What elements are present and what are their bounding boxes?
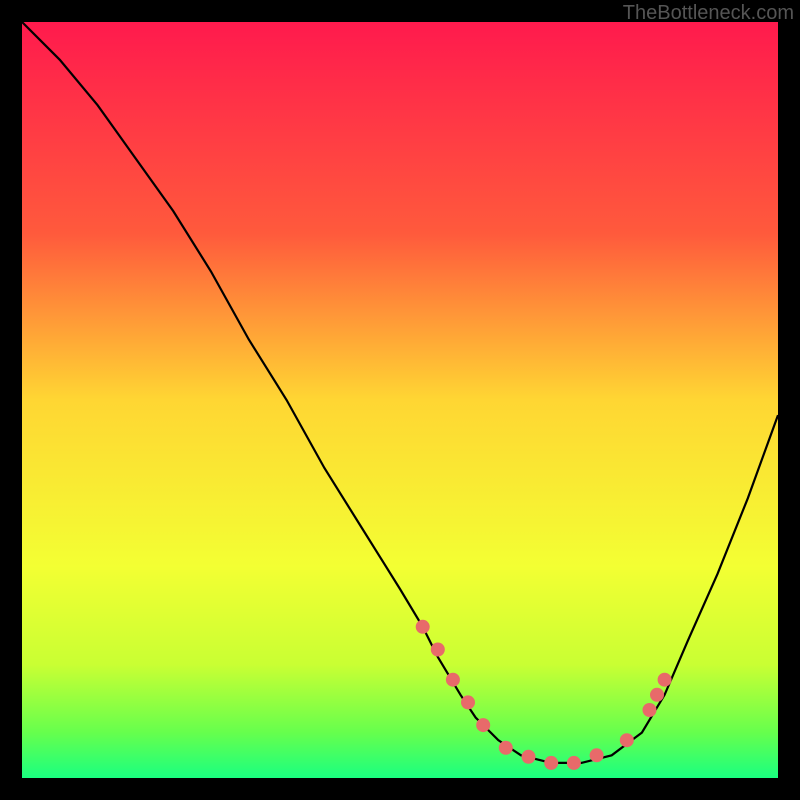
data-marker xyxy=(643,703,657,717)
data-marker xyxy=(567,756,581,770)
data-marker xyxy=(431,643,445,657)
data-marker xyxy=(476,718,490,732)
bottleneck-chart xyxy=(22,22,778,778)
data-marker xyxy=(461,695,475,709)
data-marker xyxy=(522,750,536,764)
gradient-background xyxy=(22,22,778,778)
data-marker xyxy=(446,673,460,687)
data-marker xyxy=(658,673,672,687)
chart-frame xyxy=(22,22,778,778)
data-marker xyxy=(499,741,513,755)
data-marker xyxy=(620,733,634,747)
attribution-text: TheBottleneck.com xyxy=(623,2,794,25)
data-marker xyxy=(416,620,430,634)
data-marker xyxy=(590,748,604,762)
data-marker xyxy=(544,756,558,770)
data-marker xyxy=(650,688,664,702)
